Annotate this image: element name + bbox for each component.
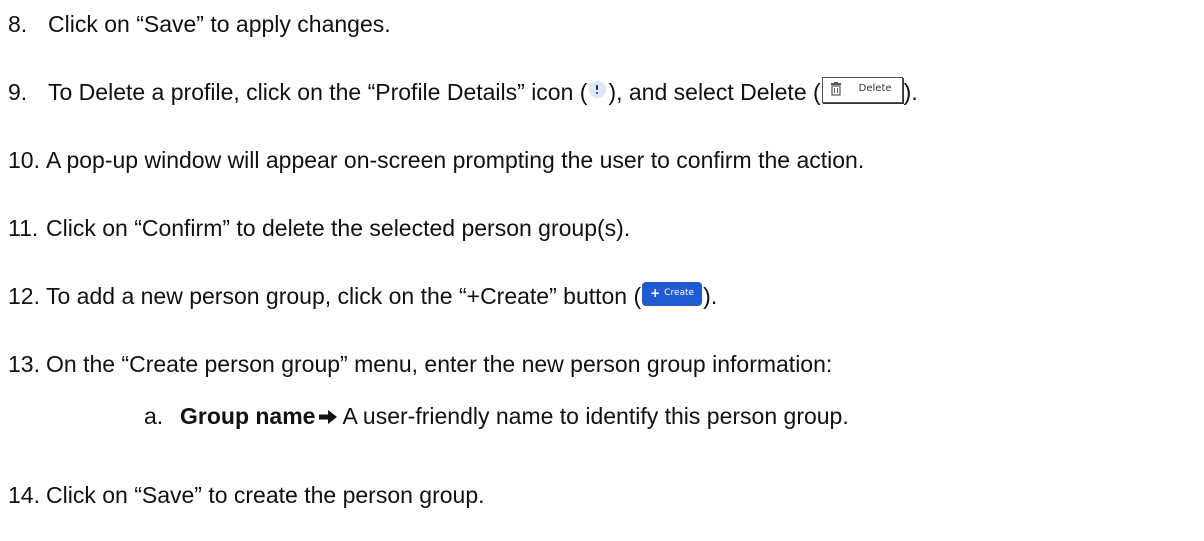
plus-icon: + bbox=[650, 286, 661, 300]
step-8: 8. Click on “Save” to apply changes. bbox=[8, 9, 391, 39]
substep-term: Group name bbox=[180, 403, 316, 429]
create-button-label: Create bbox=[664, 288, 695, 298]
step-number: 12. bbox=[8, 283, 40, 309]
create-button-illustration: + Create bbox=[642, 282, 703, 306]
step-text-mid: ), and select Delete ( bbox=[608, 79, 821, 105]
instructions-document: 8. Click on “Save” to apply changes. 9. To… bbox=[0, 0, 1204, 541]
step-text-pre: To add a new person group, click on the … bbox=[46, 283, 642, 309]
step-text: Click on “Confirm” to delete the selecte… bbox=[46, 215, 631, 241]
substep-description: A user-friendly name to identify this pe… bbox=[342, 403, 849, 429]
step-text-post: ). bbox=[703, 283, 718, 309]
step-10: 10. A pop-up window will appear on-screen… bbox=[8, 145, 864, 175]
delete-button-label: Delete bbox=[858, 83, 892, 94]
step-14: 14. Click on “Save” to create the person … bbox=[8, 480, 485, 510]
step-text: Click on “Save” to create the person gro… bbox=[46, 482, 485, 508]
step-text: On the “Create person group” menu, enter… bbox=[46, 351, 833, 377]
substep-a: a. Group name A user-friendly name to iden… bbox=[144, 401, 849, 431]
step-text-pre: To Delete a profile, click on the “Profi… bbox=[48, 79, 588, 105]
step-11: 11. Click on “Confirm” to delete the sele… bbox=[8, 213, 630, 243]
step-number: 8. bbox=[8, 11, 28, 37]
step-number: 13. bbox=[8, 351, 40, 377]
right-arrow-icon bbox=[319, 410, 338, 424]
trash-icon bbox=[830, 82, 841, 96]
delete-button-illustration: Delete bbox=[821, 77, 903, 103]
step-12: 12. To add a new person group, click on t… bbox=[8, 281, 717, 311]
step-text: A pop-up window will appear on-screen pr… bbox=[46, 147, 865, 173]
step-13: 13. On the “Create person group” menu, en… bbox=[8, 349, 832, 379]
step-9: 9. To Delete a profile, click on the “Pro… bbox=[8, 77, 918, 107]
step-number: 10. bbox=[8, 147, 40, 173]
step-number: 14. bbox=[8, 482, 40, 508]
profile-details-icon bbox=[589, 81, 607, 98]
substep-letter: a. bbox=[144, 403, 164, 429]
step-number: 9. bbox=[8, 79, 28, 105]
step-number: 11. bbox=[8, 215, 39, 241]
step-text-post: ). bbox=[903, 79, 918, 105]
step-text: Click on “Save” to apply changes. bbox=[48, 11, 391, 37]
